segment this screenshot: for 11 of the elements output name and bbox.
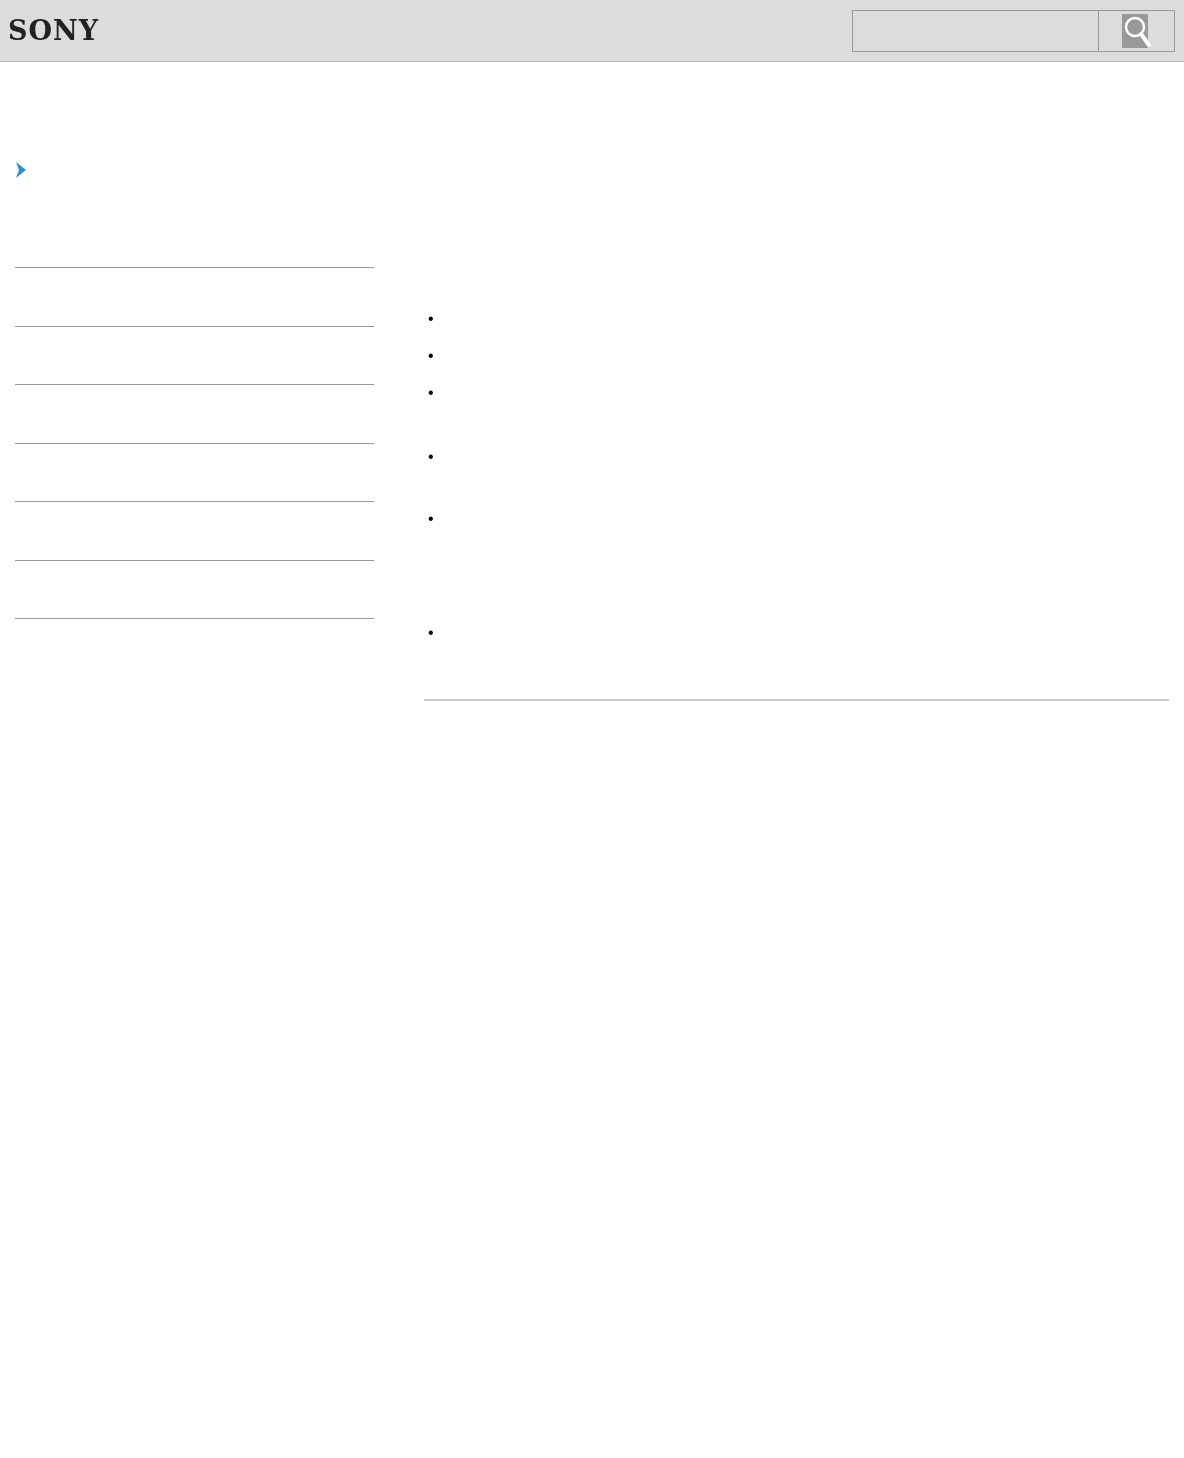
logo[interactable]: SONY	[8, 15, 99, 46]
bullet: •	[428, 448, 434, 465]
search-button[interactable]	[1098, 9, 1175, 52]
bullet: •	[428, 384, 434, 401]
bullet: •	[428, 624, 434, 641]
bullet: •	[428, 310, 434, 327]
bullet: •	[428, 510, 434, 527]
search-icon	[1121, 13, 1152, 48]
bullet: •	[428, 347, 434, 364]
chevron-icon	[14, 161, 28, 179]
search-field[interactable]	[852, 9, 1098, 52]
